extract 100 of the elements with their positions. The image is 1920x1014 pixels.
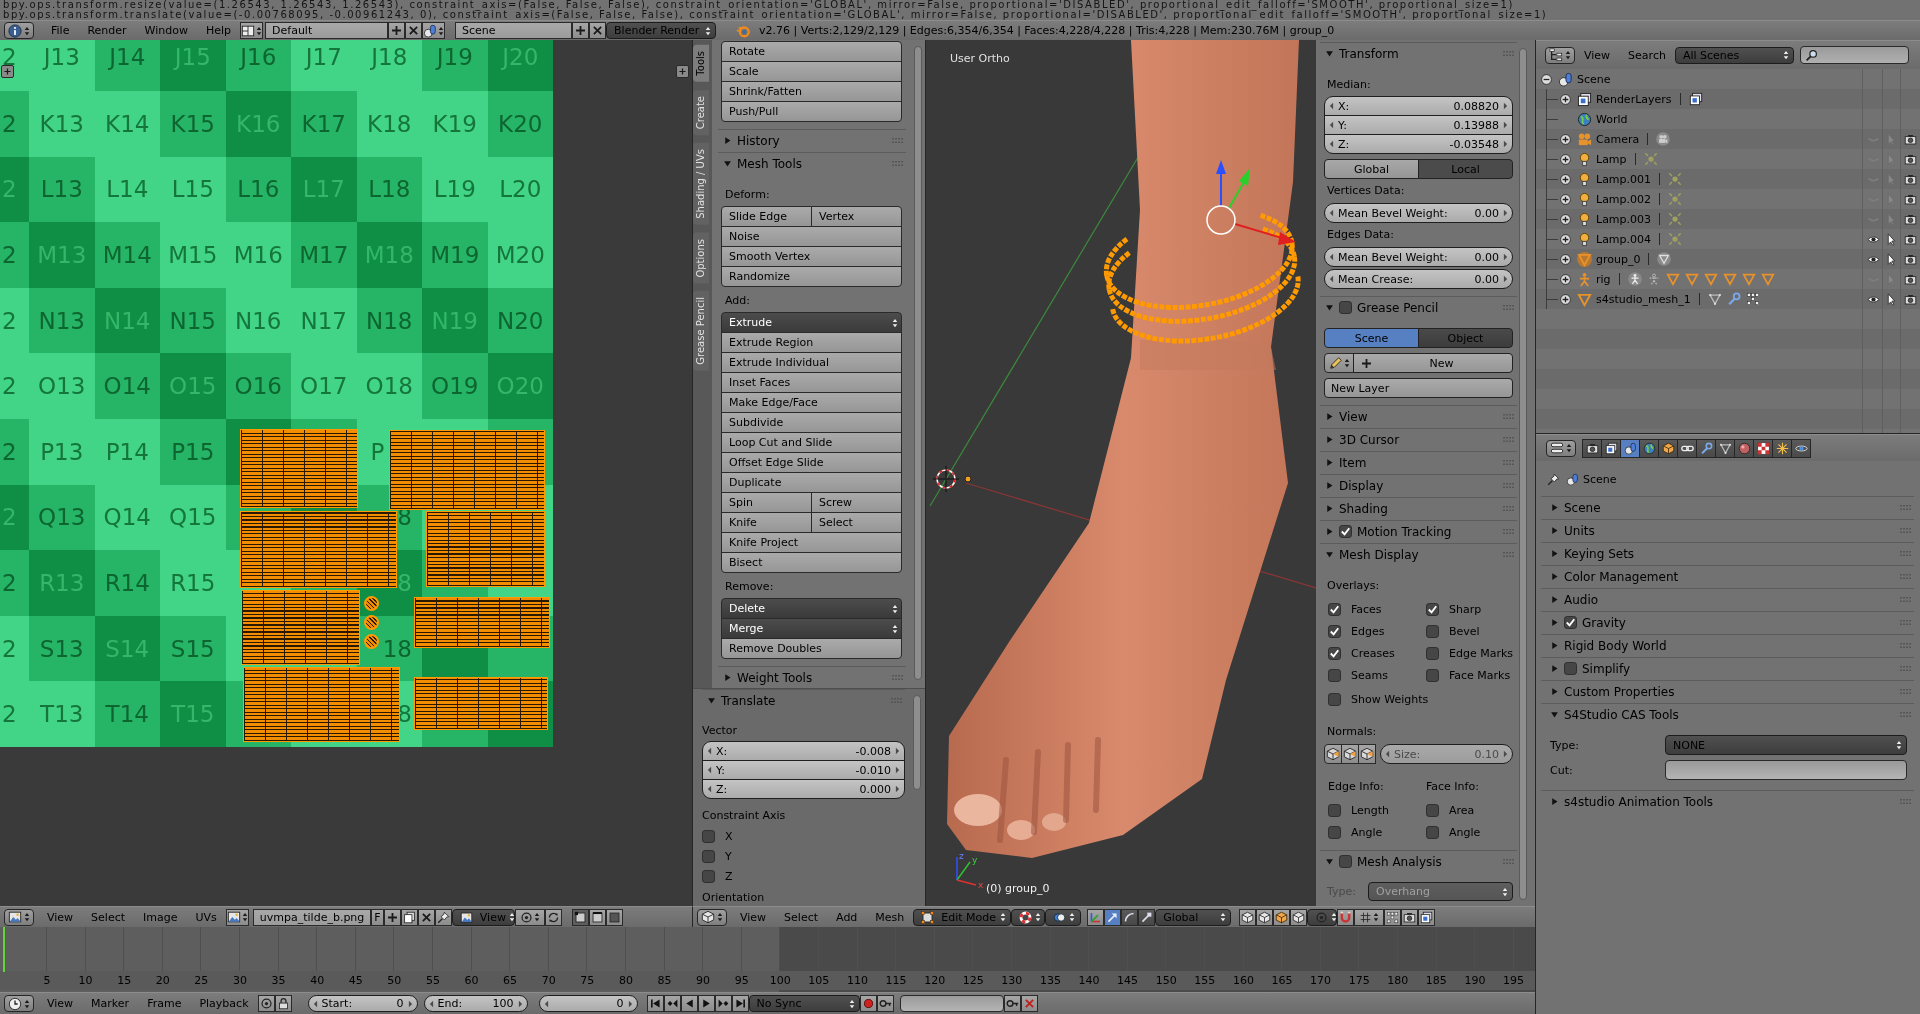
image-name-field[interactable]: uvmpa_tilde_b.png	[252, 908, 371, 926]
panel-header[interactable]: Rigid Body World	[1541, 634, 1914, 656]
context-tab[interactable]	[1658, 438, 1678, 458]
sync-dropdown[interactable]: No Sync	[748, 995, 860, 1012]
editor-type-button[interactable]	[1546, 439, 1576, 457]
right-arrow-icon[interactable]	[407, 999, 413, 1008]
plus-circle-icon[interactable]	[1558, 292, 1572, 306]
scrollbar[interactable]	[1519, 48, 1527, 900]
select-mode-button[interactable]	[1256, 908, 1274, 926]
menu-item[interactable]: View	[38, 995, 83, 1012]
panel-header[interactable]: Shading	[1320, 497, 1517, 519]
plus-circle-icon[interactable]	[1558, 212, 1572, 226]
left-arrow-icon[interactable]	[312, 999, 318, 1008]
checkbox-label[interactable]: Show Weights	[1351, 692, 1429, 706]
number-field[interactable]: Mean Bevel Weight: 0.00	[1324, 203, 1513, 223]
tool-button[interactable]: Scale	[721, 61, 902, 82]
right-arrow-icon[interactable]	[1503, 275, 1508, 283]
panel-header[interactable]: Transform	[1320, 42, 1517, 64]
search-field[interactable]	[1799, 46, 1909, 64]
checkbox[interactable]	[1328, 602, 1341, 616]
plus-circle-icon[interactable]	[1558, 252, 1572, 266]
close-button[interactable]	[405, 22, 423, 39]
pencil-dropdown[interactable]	[1324, 353, 1354, 373]
shelf-tab[interactable]: Shading / UVs	[693, 142, 709, 225]
menu-button[interactable]: Delete	[721, 598, 902, 619]
new-button[interactable]: New	[1353, 353, 1513, 373]
uv-island[interactable]	[243, 667, 400, 742]
checkbox[interactable]	[1339, 301, 1352, 314]
plus-circle-icon[interactable]	[1558, 232, 1572, 246]
checkbox-label[interactable]: Length	[1351, 803, 1389, 817]
item-name[interactable]: Lamp	[1596, 152, 1627, 166]
tool-button[interactable]: Inset Faces	[721, 372, 902, 393]
checkbox[interactable]	[1564, 616, 1577, 629]
snap-element-dropdown[interactable]	[1354, 908, 1385, 926]
minus-circle-icon[interactable]	[1539, 72, 1553, 86]
display-mode-dropdown[interactable]: All Scenes	[1674, 46, 1794, 64]
render-engine-dropdown[interactable]: Blender Render	[606, 22, 717, 39]
tab-button[interactable]: Scene	[1324, 328, 1419, 348]
checkbox-label[interactable]: Area	[1449, 803, 1475, 817]
item-name[interactable]: Scene	[1577, 72, 1611, 86]
panel-header[interactable]: Mesh Tools	[718, 152, 906, 174]
pivot-dropdown[interactable]	[1045, 908, 1082, 926]
checkbox-label[interactable]: Face Marks	[1449, 668, 1511, 682]
occlude-button[interactable]	[1290, 908, 1308, 926]
tool-button[interactable]: Make Edge/Face	[721, 392, 902, 413]
camera-icon[interactable]	[1904, 212, 1918, 226]
right-arrow-icon[interactable]	[627, 999, 633, 1008]
checkbox[interactable]	[1328, 825, 1341, 839]
toggle-button[interactable]: Global	[1324, 159, 1419, 179]
manipulator-mode-button[interactable]	[1138, 908, 1156, 926]
checkbox[interactable]	[1564, 662, 1577, 675]
checkbox-label[interactable]: Edges	[1351, 624, 1385, 638]
checkbox[interactable]	[1328, 692, 1341, 706]
number-field[interactable]: 0	[538, 995, 638, 1012]
menu-item[interactable]: Select	[82, 908, 135, 926]
checkbox[interactable]	[1426, 624, 1439, 638]
playback-button[interactable]	[646, 995, 664, 1012]
shading-dropdown[interactable]	[1011, 908, 1046, 926]
left-arrow-icon[interactable]	[428, 999, 434, 1008]
tool-button[interactable]: Rotate	[721, 41, 902, 62]
number-field[interactable]: Start: 0	[307, 995, 418, 1012]
shelf-tab[interactable]: Create	[693, 89, 709, 135]
tool-button[interactable]: Randomize	[721, 266, 902, 287]
context-tab[interactable]	[1639, 438, 1659, 458]
checkbox[interactable]	[702, 869, 715, 883]
scene-browse-button[interactable]	[422, 22, 446, 39]
left-arrow-icon[interactable]	[1329, 121, 1334, 129]
preview-range-button[interactable]	[257, 995, 275, 1012]
checkbox[interactable]	[1426, 668, 1439, 682]
layout-name-field[interactable]: Default	[265, 22, 389, 39]
tool-button[interactable]: Select	[811, 512, 902, 533]
tool-button[interactable]: Smooth Vertex	[721, 246, 902, 267]
menu-item[interactable]: Render	[78, 22, 136, 39]
tool-button[interactable]: Push/Pull	[721, 101, 902, 122]
menu-item[interactable]: View	[731, 908, 776, 926]
manipulator-mode-button[interactable]	[1104, 908, 1122, 926]
menu-item[interactable]: Window	[135, 22, 197, 39]
panel-header[interactable]: Grease Pencil	[1320, 296, 1517, 318]
uv-island[interactable]	[241, 590, 360, 665]
checkbox-label[interactable]: Creases	[1351, 646, 1395, 660]
left-arrow-icon[interactable]	[707, 747, 712, 755]
uv-island[interactable]	[426, 511, 545, 587]
item-name[interactable]: Lamp.002	[1596, 192, 1652, 206]
left-arrow-icon[interactable]	[1329, 102, 1334, 110]
image-browse-button[interactable]	[225, 908, 249, 926]
tool-button[interactable]: Shrink/Fatten	[721, 81, 902, 102]
number-field[interactable]: Z: -0.03548	[1324, 134, 1513, 154]
left-arrow-icon[interactable]	[1329, 275, 1334, 283]
panel-header[interactable]: Gravity	[1541, 611, 1914, 633]
menu-item[interactable]: Marker	[82, 995, 139, 1012]
right-arrow-icon[interactable]	[1503, 121, 1508, 129]
left-arrow-icon[interactable]	[707, 766, 712, 774]
panel-header[interactable]: Translate	[702, 689, 905, 711]
editor-type-button[interactable]	[697, 908, 727, 926]
checkbox-label[interactable]: Bevel	[1449, 624, 1480, 638]
tool-button[interactable]: Loop Cut and Slide	[721, 432, 902, 453]
editor-type-button[interactable]	[4, 908, 34, 926]
context-tab[interactable]	[1696, 438, 1716, 458]
panel-header[interactable]: Custom Properties	[1541, 680, 1914, 702]
checkbox-label[interactable]: X	[725, 829, 733, 843]
